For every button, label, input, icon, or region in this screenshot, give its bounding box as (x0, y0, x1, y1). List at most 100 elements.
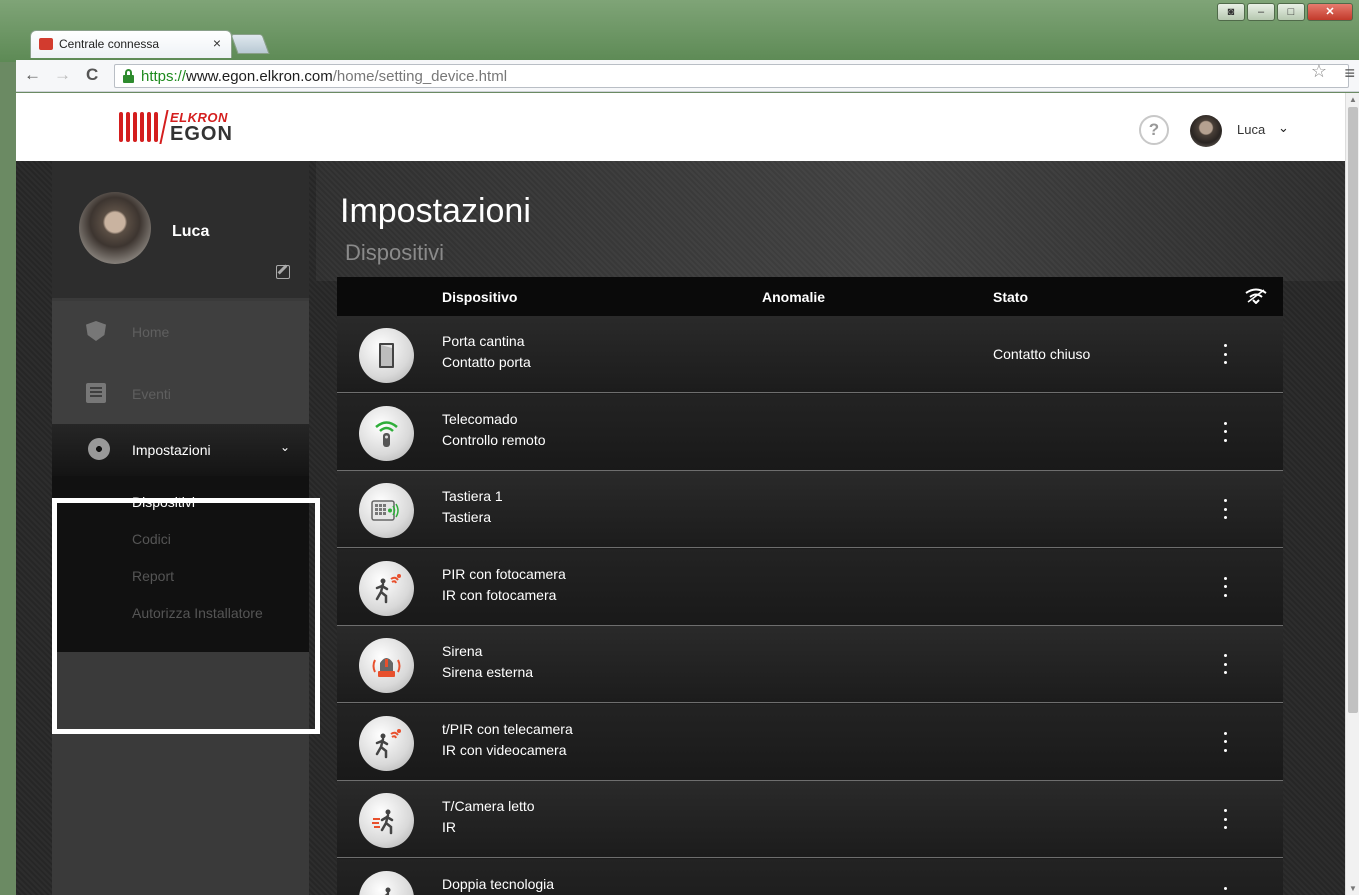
more-options-icon[interactable] (1222, 886, 1228, 895)
avatar[interactable] (1190, 115, 1222, 147)
more-options-icon[interactable] (1222, 654, 1228, 674)
page-scrollbar[interactable]: ▲ ▼ (1345, 93, 1359, 895)
help-icon[interactable]: ? (1139, 115, 1169, 145)
more-options-icon[interactable] (1222, 421, 1228, 442)
table-row[interactable]: T/Camera letto IR (337, 781, 1283, 858)
device-name: Sirena (442, 643, 483, 659)
browser-toolbar: ← → C https://www.egon.elkron.com/home/s… (16, 60, 1359, 92)
shield-icon (86, 321, 106, 341)
table-row[interactable]: Sirena Sirena esterna (337, 626, 1283, 703)
device-name: Porta cantina (442, 333, 525, 349)
more-options-icon[interactable] (1222, 809, 1228, 829)
device-name: Telecomado (442, 410, 518, 427)
table-row[interactable]: Tastiera 1 Tastiera (337, 471, 1283, 548)
device-name: PIR con fotocamera (442, 565, 566, 582)
device-type: IR (442, 819, 456, 835)
table-header: Dispositivo Anomalie Stato (337, 277, 1283, 316)
logo-brand: ELKRON (170, 109, 228, 125)
motion-sensor-icon (359, 715, 414, 771)
scroll-up-arrow-icon[interactable]: ▲ (1349, 95, 1357, 104)
motion-sensor-icon (359, 560, 414, 616)
browser-menu-icon[interactable]: ≡ (1344, 63, 1355, 84)
minimize-button[interactable]: – (1247, 3, 1275, 21)
header-user-name[interactable]: Luca (1237, 122, 1265, 137)
running-man-icon (359, 793, 414, 848)
door-contact-icon (359, 328, 414, 383)
logo-product: EGON (170, 122, 233, 145)
more-options-icon[interactable] (1222, 344, 1228, 364)
page-subtitle: Dispositivi (345, 240, 445, 265)
profile-avatar (79, 192, 151, 264)
column-header-anomalies: Anomalie (762, 289, 826, 305)
browser-tab[interactable]: Centrale connessa × (30, 30, 232, 58)
elkron-egon-logo[interactable]: ELKRON EGON (119, 109, 233, 145)
scrollbar-thumb[interactable] (1348, 107, 1358, 713)
table-row[interactable]: PIR con fotocamera IR con fotocamera (337, 548, 1283, 626)
table-row[interactable]: Doppia tecnologia (337, 858, 1283, 895)
edit-profile-icon[interactable] (276, 265, 290, 279)
device-name: Doppia tecnologia (442, 875, 555, 892)
back-arrow-icon[interactable]: ← (24, 65, 41, 85)
url-bar[interactable]: https://www.egon.elkron.com/home/setting… (114, 64, 1349, 88)
list-icon (86, 383, 106, 403)
device-name: Tastiera 1 (442, 488, 503, 504)
logo-bars-icon (119, 112, 158, 142)
table-row[interactable]: Porta cantina Contatto porta Contatto chiu… (337, 316, 1283, 393)
sidebar-item-eventi[interactable]: Eventi (52, 363, 309, 425)
running-man-icon (359, 870, 414, 895)
table-row[interactable]: Telecomado Controllo remoto (337, 393, 1283, 471)
new-tab-button[interactable] (230, 34, 270, 54)
submenu-autorizza-installatore[interactable]: Autorizza Installatore (132, 605, 263, 621)
device-type: Contatto porta (442, 354, 531, 370)
reload-icon[interactable]: C (86, 65, 98, 85)
column-header-state: Stato (993, 289, 1028, 305)
sidebar-item-impostazioni[interactable]: Impostazioni ⌄ (52, 424, 309, 476)
close-window-button[interactable]: ✕ (1307, 3, 1353, 21)
sidebar-item-label: Impostazioni (132, 442, 211, 458)
favicon-icon (39, 38, 53, 50)
main-area: Luca Home Eventi Impostazioni ⌄ Disposit… (16, 161, 1345, 895)
bookmark-star-icon[interactable]: ☆ (1311, 61, 1327, 82)
sidebar-item-label: Eventi (132, 386, 171, 402)
more-options-icon[interactable] (1222, 731, 1228, 752)
device-type: Controllo remoto (442, 431, 546, 448)
devices-table: Dispositivo Anomalie Stato Porta cantina… (337, 277, 1283, 895)
maximize-button[interactable]: □ (1277, 3, 1305, 21)
chevron-down-icon: ⌄ (280, 440, 291, 454)
forward-arrow-icon[interactable]: → (54, 65, 71, 85)
window-controls: ◙ – □ ✕ (1217, 3, 1353, 21)
gear-icon (88, 438, 110, 460)
wifi-signal-icon (1245, 288, 1267, 304)
device-name: T/Camera letto (442, 798, 535, 814)
submenu-report[interactable]: Report (132, 568, 174, 584)
device-type: IR con fotocamera (442, 586, 557, 603)
keypad-icon (359, 483, 414, 538)
sidebar-item-label: Home (132, 324, 170, 340)
submenu-codici[interactable]: Codici (132, 531, 171, 547)
submenu-dispositivi[interactable]: Dispositivi (132, 494, 195, 510)
sidebar: Luca Home Eventi Impostazioni ⌄ Disposit… (52, 161, 309, 895)
page-title: Impostazioni (340, 192, 531, 230)
sidebar-item-home[interactable]: Home (52, 301, 309, 363)
chevron-down-icon[interactable]: ⌄ (1278, 120, 1289, 136)
column-header-device: Dispositivo (442, 289, 518, 305)
device-state: Contatto chiuso (993, 346, 1091, 362)
user-profile-icon[interactable]: ◙ (1217, 3, 1245, 21)
more-options-icon[interactable] (1222, 576, 1228, 597)
profile-name: Luca (172, 223, 210, 240)
device-type: Tastiera (442, 509, 492, 525)
settings-menu: Impostazioni ⌄ Dispositivi Codici Report… (52, 424, 309, 652)
scroll-down-arrow-icon[interactable]: ▼ (1349, 884, 1357, 893)
tab-close-icon[interactable]: × (213, 35, 221, 51)
profile-panel: Luca (52, 161, 309, 298)
table-row[interactable]: t/PIR con telecamera IR con videocamera (337, 703, 1283, 781)
remote-control-icon (359, 405, 414, 461)
url-text: https://www.egon.elkron.com/home/setting… (141, 68, 508, 85)
app-header: ELKRON EGON ? Luca ⌄ (16, 93, 1345, 161)
device-name: t/PIR con telecamera (442, 720, 573, 737)
device-type: IR con videocamera (442, 741, 567, 758)
lock-icon (123, 69, 134, 83)
device-type: Sirena esterna (442, 664, 534, 680)
tab-title: Centrale connessa (59, 37, 160, 51)
more-options-icon[interactable] (1222, 499, 1228, 519)
